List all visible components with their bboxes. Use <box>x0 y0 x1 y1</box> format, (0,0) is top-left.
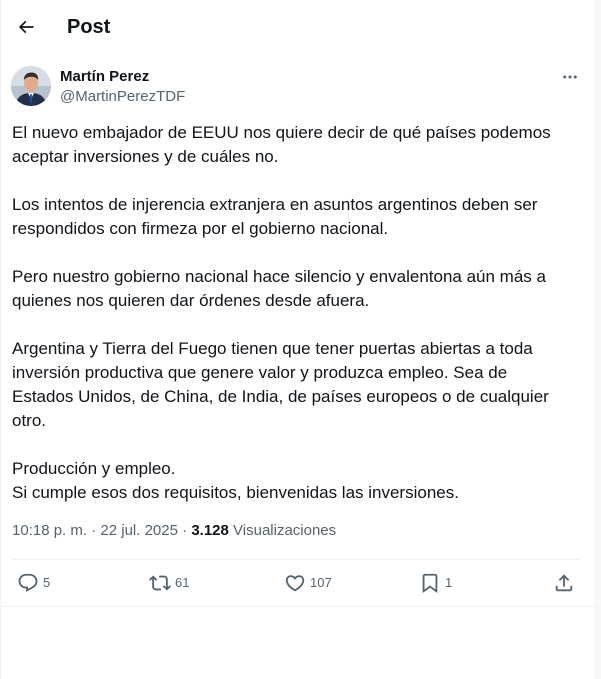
views-count: 3.128 <box>191 522 229 539</box>
back-button[interactable] <box>9 10 43 44</box>
post-line: Los intentos de injerencia extranjera en… <box>12 195 538 214</box>
share-icon <box>555 574 573 592</box>
post-line: Argentina y Tierra del Fuego tienen que … <box>12 339 533 358</box>
page-title: Post <box>67 16 111 38</box>
post-panel: Post Martín Perez @MartinPerezTDF El nue… <box>0 0 597 679</box>
post-actions-bar: 5 61 107 1 <box>12 560 580 606</box>
views-label: Visualizaciones <box>233 522 337 539</box>
reply-icon <box>18 573 38 592</box>
author-display-name[interactable]: Martín Perez <box>60 67 149 86</box>
bookmark-icon <box>422 573 438 594</box>
meta-separator: · <box>91 522 97 539</box>
repost-count: 61 <box>175 575 190 590</box>
post-line: otro. <box>12 411 47 430</box>
like-count: 107 <box>310 575 332 590</box>
share-button[interactable] <box>553 572 575 594</box>
repost-icon <box>149 575 171 591</box>
avatar[interactable] <box>11 66 51 106</box>
page-header: Post <box>1 0 597 54</box>
post-paragraph: Argentina y Tierra del Fuego tienen que … <box>12 337 584 433</box>
post-line: quienes nos quieren dar órdenes desde af… <box>12 291 370 310</box>
post-line: respondidos con firmeza por el gobierno … <box>12 219 389 238</box>
more-horizontal-icon <box>563 75 577 79</box>
author-handle[interactable]: @MartinPerezTDF <box>60 87 185 106</box>
post-line: El nuevo embajador de EEUU nos quiere de… <box>12 123 551 142</box>
bookmark-count: 1 <box>445 575 453 590</box>
scrollbar-track[interactable] <box>597 0 601 679</box>
heart-icon <box>285 575 305 592</box>
like-button[interactable]: 107 <box>284 572 332 594</box>
reply-count: 5 <box>43 575 51 590</box>
meta-separator: · <box>182 522 188 539</box>
post-metadata: 10:18 p. m. · 22 jul. 2025 · 3.128 Visua… <box>12 521 336 541</box>
avatar-image <box>11 66 51 106</box>
post-date[interactable]: 22 jul. 2025 <box>100 522 178 539</box>
post-line: Estados Unidos, de China, de India, de p… <box>12 387 549 406</box>
post-text: El nuevo embajador de EEUU nos quiere de… <box>12 121 584 505</box>
repost-button[interactable]: 61 <box>149 572 189 594</box>
reply-button[interactable]: 5 <box>17 572 50 594</box>
post-paragraph: Los intentos de injerencia extranjera en… <box>12 193 584 241</box>
more-options-button[interactable] <box>555 65 585 89</box>
divider <box>1 606 597 607</box>
post-paragraph: El nuevo embajador de EEUU nos quiere de… <box>12 121 584 169</box>
post-author: Martín Perez @MartinPerezTDF <box>11 65 587 109</box>
post-line: Si cumple esos dos requisitos, bienvenid… <box>12 483 459 502</box>
post-line: inversión productiva que genere valor y … <box>12 363 508 382</box>
post-line: Producción y empleo. <box>12 459 176 478</box>
bookmark-button[interactable]: 1 <box>419 572 452 594</box>
post-paragraph: Pero nuestro gobierno nacional hace sile… <box>12 265 584 313</box>
arrow-left-icon <box>18 20 34 34</box>
post-time[interactable]: 10:18 p. m. <box>12 522 87 539</box>
post-paragraph: Producción y empleo. Si cumple esos dos … <box>12 457 584 505</box>
post-line: aceptar inversiones y de cuáles no. <box>12 147 279 166</box>
post-line: Pero nuestro gobierno nacional hace sile… <box>12 267 546 286</box>
